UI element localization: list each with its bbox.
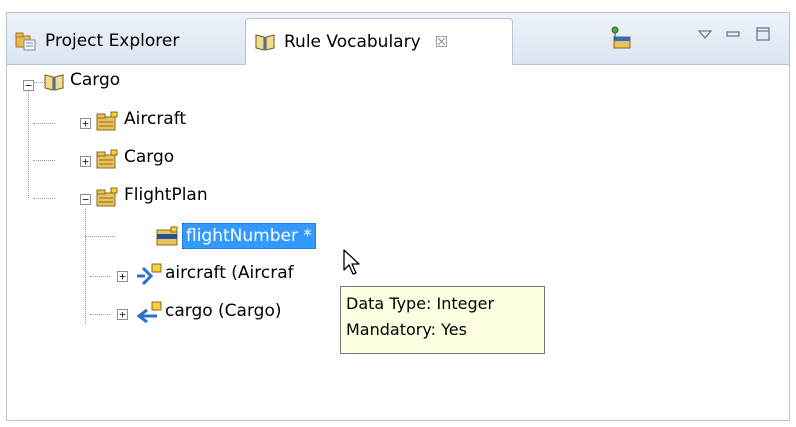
expand-toggle[interactable]: +: [117, 271, 128, 282]
collapse-toggle[interactable]: −: [80, 194, 91, 205]
maximize-icon[interactable]: [755, 26, 771, 47]
tree-item-root[interactable]: − Cargo: [7, 67, 307, 97]
entity-folder-icon: [95, 110, 118, 132]
tab-project-explorer[interactable]: Project Explorer: [11, 18, 179, 64]
book-icon: [254, 31, 276, 53]
tree-item-label: Cargo: [124, 147, 175, 167]
collapse-toggle[interactable]: −: [23, 80, 34, 91]
tree-item-entity[interactable]: − FlightPlan: [7, 183, 307, 213]
tooltip-line: Mandatory: Yes: [346, 320, 467, 339]
tree-item-association[interactable]: + cargo (Cargo): [7, 299, 367, 329]
tree-connector: [28, 88, 29, 198]
tree-item-label: Cargo: [70, 70, 121, 90]
tab-bar: Project Explorer Rule Vocabulary ☒: [7, 13, 789, 65]
tree-item-label: FlightPlan: [124, 185, 208, 205]
expand-toggle[interactable]: +: [80, 118, 91, 129]
tree-item-entity[interactable]: + Aircraft: [7, 107, 307, 137]
attribute-icon: [155, 225, 178, 247]
view-panel: Project Explorer Rule Vocabulary ☒ − Car…: [6, 12, 790, 421]
tree-item-attribute[interactable]: flightNumber *: [7, 221, 367, 251]
tree-item-association[interactable]: + aircraft (Aircraf: [7, 261, 367, 291]
association-reverse-icon: [135, 300, 162, 324]
tree-item-entity[interactable]: + Cargo: [7, 145, 307, 175]
mouse-cursor-icon: [342, 248, 364, 283]
new-item-icon[interactable]: [609, 25, 633, 56]
expand-toggle[interactable]: +: [80, 156, 91, 167]
vocabulary-tree: − Cargo + Aircraft + Cargo − FlightPlan …: [7, 64, 789, 420]
entity-folder-icon: [95, 186, 118, 208]
tree-item-label-selected: flightNumber *: [182, 223, 316, 249]
tooltip-line: Data Type: Integer: [346, 294, 495, 313]
expand-toggle[interactable]: +: [117, 309, 128, 320]
tree-item-label: aircraft (Aircraf: [165, 263, 294, 283]
view-menu-icon[interactable]: [697, 27, 713, 47]
tooltip: Data Type: Integer Mandatory: Yes: [340, 286, 545, 354]
tab-label: Project Explorer: [45, 31, 180, 51]
minimize-icon[interactable]: [725, 27, 741, 47]
close-icon[interactable]: ☒: [435, 33, 448, 51]
tab-label: Rule Vocabulary: [284, 32, 421, 52]
tree-item-label: cargo (Cargo): [165, 301, 282, 321]
association-icon: [135, 262, 162, 286]
tab-rule-vocabulary[interactable]: Rule Vocabulary ☒: [245, 18, 513, 65]
tree-item-label: Aircraft: [124, 109, 187, 129]
project-explorer-icon: [15, 30, 37, 52]
entity-folder-icon: [95, 148, 118, 170]
book-icon: [43, 71, 65, 93]
